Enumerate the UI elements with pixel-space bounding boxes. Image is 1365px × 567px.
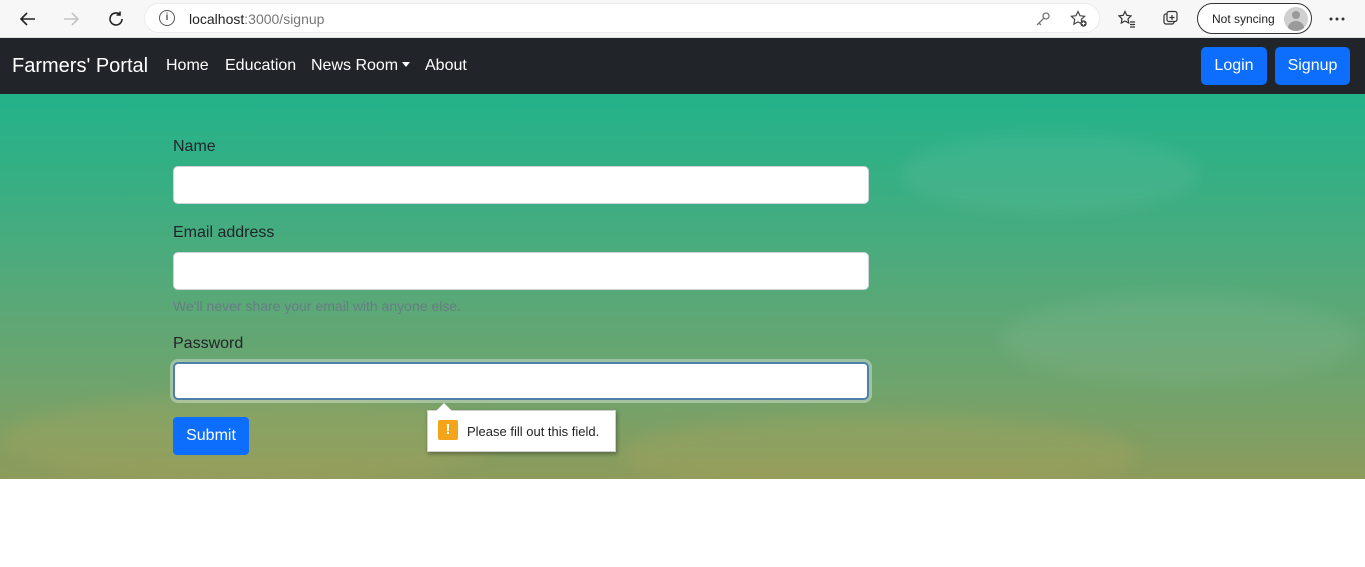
background-cloud	[620, 414, 1140, 479]
add-favorite-icon[interactable]	[1069, 9, 1089, 29]
signup-button[interactable]: Signup	[1275, 47, 1350, 85]
validation-tooltip: ! Please fill out this field.	[427, 403, 616, 452]
refresh-button[interactable]	[102, 5, 130, 33]
info-icon[interactable]: i	[159, 10, 175, 26]
password-field[interactable]	[173, 362, 869, 400]
warning-icon: !	[438, 420, 458, 440]
forward-button[interactable]	[57, 5, 85, 33]
submit-button[interactable]: Submit	[173, 417, 249, 455]
login-button[interactable]: Login	[1201, 47, 1267, 85]
site-navbar: Farmers' Portal Home Education News Room…	[0, 38, 1365, 94]
background-cloud	[1000, 294, 1360, 384]
more-options-icon[interactable]	[1325, 7, 1349, 31]
collections-icon[interactable]	[1159, 7, 1183, 31]
address-bar[interactable]: i localhost:3000/signup	[144, 3, 1100, 33]
key-icon[interactable]	[1033, 9, 1053, 29]
profile-sync-button[interactable]: Not syncing	[1197, 3, 1312, 34]
email-label: Email address	[173, 224, 275, 241]
background-cloud	[900, 134, 1200, 214]
tooltip-arrow	[436, 403, 452, 411]
nav-dropdown-news-room[interactable]: News Room	[311, 57, 411, 75]
brand-link[interactable]: Farmers' Portal	[12, 55, 148, 78]
caret-down-icon	[402, 62, 411, 67]
background-cloud	[0, 394, 500, 479]
nav-link-home[interactable]: Home	[166, 57, 209, 75]
email-field[interactable]	[173, 252, 869, 290]
refresh-icon	[109, 11, 123, 26]
signup-hero: Name Email address We'll never share you…	[0, 94, 1365, 479]
nav-link-about[interactable]: About	[425, 57, 467, 75]
password-label: Password	[173, 335, 244, 352]
arrow-left-icon	[19, 12, 35, 26]
sync-status-label: Not syncing	[1212, 12, 1275, 26]
favorites-icon[interactable]	[1115, 7, 1139, 31]
arrow-right-icon	[64, 12, 80, 26]
email-help-text: We'll never share your email with anyone…	[173, 298, 461, 314]
name-field[interactable]	[173, 166, 869, 204]
back-button[interactable]	[14, 5, 42, 33]
nav-link-education[interactable]: Education	[225, 57, 296, 75]
validation-message: Please fill out this field.	[467, 424, 600, 439]
name-label: Name	[173, 138, 216, 155]
url-text[interactable]: localhost:3000/signup	[189, 11, 324, 27]
browser-toolbar: i localhost:3000/signup Not syncing	[0, 0, 1365, 38]
avatar	[1284, 7, 1308, 31]
